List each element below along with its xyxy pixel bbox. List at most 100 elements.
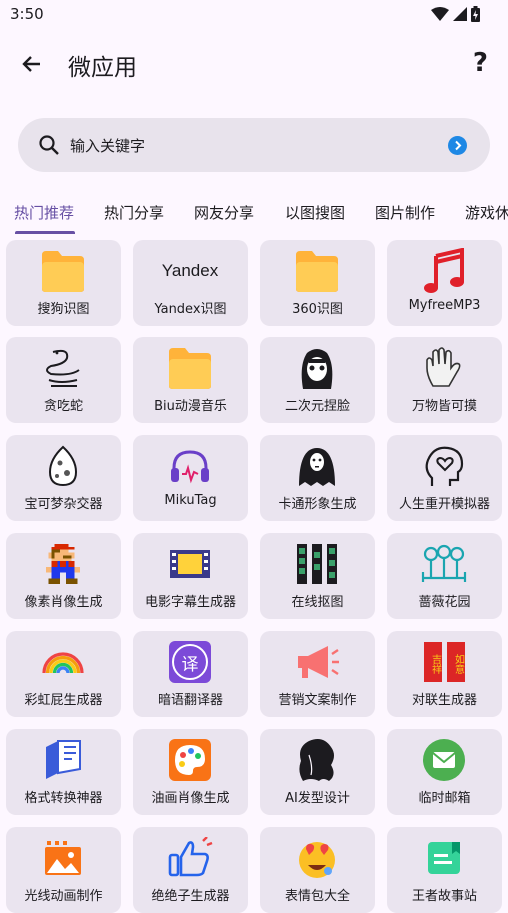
app-label: 卡通形象生成: [278, 497, 357, 512]
battery-icon: [471, 6, 480, 22]
app-card[interactable]: 人生重开模拟器: [387, 435, 502, 521]
tab-indicator: [15, 231, 75, 234]
yandex-logo-text: Yandex: [161, 261, 219, 280]
translate-icon: 译: [165, 637, 215, 687]
app-card[interactable]: 蔷薇花园: [387, 533, 502, 619]
app-label: 搜狗识图: [37, 302, 90, 317]
app-label: 万物皆可摸: [411, 399, 477, 414]
signal-icon: [453, 7, 467, 21]
app-label: 人生重开模拟器: [398, 497, 490, 512]
filmstrip-icon: [292, 539, 342, 589]
tab-image-search[interactable]: 以图搜图: [285, 202, 345, 223]
ghost-icon: [292, 441, 342, 491]
search-input[interactable]: [68, 132, 432, 160]
search-bar[interactable]: [18, 118, 490, 172]
app-card[interactable]: 光线动画制作: [6, 827, 121, 913]
thumbs-up-icon: [165, 833, 215, 883]
app-label: 临时邮箱: [418, 791, 471, 806]
hair-icon: [292, 735, 342, 785]
tab-user-share[interactable]: 网友分享: [194, 202, 254, 223]
app-label: 格式转换神器: [24, 791, 103, 806]
couplet-icon: 吉祥 如意: [419, 637, 469, 687]
app-card[interactable]: 在线抠图: [260, 533, 375, 619]
app-card[interactable]: Biu动漫音乐: [133, 337, 248, 423]
image-icon: [38, 833, 88, 883]
app-card[interactable]: 万物皆可摸: [387, 337, 502, 423]
wifi-icon: [431, 7, 449, 21]
headphones-icon: [165, 441, 215, 491]
music-note-icon: [419, 246, 469, 296]
app-label: 彩虹屁生成器: [24, 693, 103, 708]
app-card[interactable]: 电影字幕生成器: [133, 533, 248, 619]
app-card[interactable]: 二次元捏脸: [260, 337, 375, 423]
status-time: 3:50: [10, 5, 44, 23]
egg-icon: [38, 441, 88, 491]
app-card[interactable]: 360识图: [260, 240, 375, 326]
convert-icon: [38, 735, 88, 785]
app-card[interactable]: MikuTag: [133, 435, 248, 521]
app-label: MyfreeMP3: [408, 298, 481, 313]
app-card[interactable]: 像素肖像生成: [6, 533, 121, 619]
app-card[interactable]: 油画肖像生成: [133, 729, 248, 815]
anime-face-icon: [292, 343, 342, 393]
folder-icon: [38, 246, 88, 296]
app-card[interactable]: 卡通形象生成: [260, 435, 375, 521]
app-card[interactable]: MyfreeMP3: [387, 240, 502, 326]
app-card[interactable]: AI发型设计: [260, 729, 375, 815]
search-icon: [39, 135, 59, 155]
app-label: 对联生成器: [411, 693, 477, 708]
app-label: 光线动画制作: [24, 889, 103, 904]
snake-icon: [38, 343, 88, 393]
yandex-logo: Yandex: [161, 246, 219, 296]
back-arrow-icon[interactable]: [20, 52, 44, 76]
app-card[interactable]: 临时邮箱: [387, 729, 502, 815]
help-button[interactable]: ?: [473, 48, 488, 78]
app-label: Biu动漫音乐: [154, 399, 227, 414]
app-card[interactable]: 格式转换神器: [6, 729, 121, 815]
app-label: 像素肖像生成: [24, 595, 103, 610]
app-card[interactable]: 绝绝子生成器: [133, 827, 248, 913]
app-label: 360识图: [292, 302, 343, 317]
chevron-right-icon: [455, 140, 462, 151]
status-bar: 3:50: [0, 0, 508, 30]
tab-hot-recommend[interactable]: 热门推荐: [14, 202, 74, 223]
app-card[interactable]: 宝可梦杂交器: [6, 435, 121, 521]
app-card[interactable]: 表情包大全: [260, 827, 375, 913]
app-card[interactable]: Yandex Yandex识图: [133, 240, 248, 326]
app-card[interactable]: 搜狗识图: [6, 240, 121, 326]
app-label: 王者故事站: [411, 889, 477, 904]
app-card[interactable]: 营销文案制作: [260, 631, 375, 717]
couplet-right-text: 如意: [446, 642, 465, 682]
app-card[interactable]: 彩虹屁生成器: [6, 631, 121, 717]
app-bar: 微应用 ?: [0, 38, 508, 90]
app-label: Yandex识图: [154, 302, 227, 317]
palette-icon: [165, 735, 215, 785]
app-card[interactable]: 贪吃蛇: [6, 337, 121, 423]
hand-icon: [419, 343, 469, 393]
app-label: 二次元捏脸: [284, 399, 350, 414]
megaphone-icon: [292, 637, 342, 687]
app-label: 电影字幕生成器: [144, 595, 236, 610]
app-card[interactable]: 王者故事站: [387, 827, 502, 913]
app-card[interactable]: 吉祥 如意 对联生成器: [387, 631, 502, 717]
tab-image-making[interactable]: 图片制作: [375, 202, 435, 223]
app-card[interactable]: 译 暗语翻译器: [133, 631, 248, 717]
search-go-button[interactable]: [448, 136, 467, 155]
app-label: 暗语翻译器: [157, 693, 223, 708]
app-label: MikuTag: [164, 493, 217, 508]
mail-icon: [419, 735, 469, 785]
translate-logo-text: 译: [172, 644, 208, 680]
app-label: 蔷薇花园: [418, 595, 471, 610]
book-icon: [419, 833, 469, 883]
app-label: 贪吃蛇: [43, 399, 83, 414]
garden-icon: [419, 539, 469, 589]
tab-games[interactable]: 游戏休: [465, 202, 508, 223]
folder-icon: [165, 343, 215, 393]
tab-hot-share[interactable]: 热门分享: [104, 202, 164, 223]
folder-icon: [292, 246, 342, 296]
app-label: 营销文案制作: [278, 693, 357, 708]
emoji-icon: [292, 833, 342, 883]
status-icons: [431, 6, 480, 22]
category-tabs: 热门推荐 热门分享 网友分享 以图搜图 图片制作 游戏休: [0, 198, 508, 238]
pixel-mario-icon: [38, 539, 88, 589]
